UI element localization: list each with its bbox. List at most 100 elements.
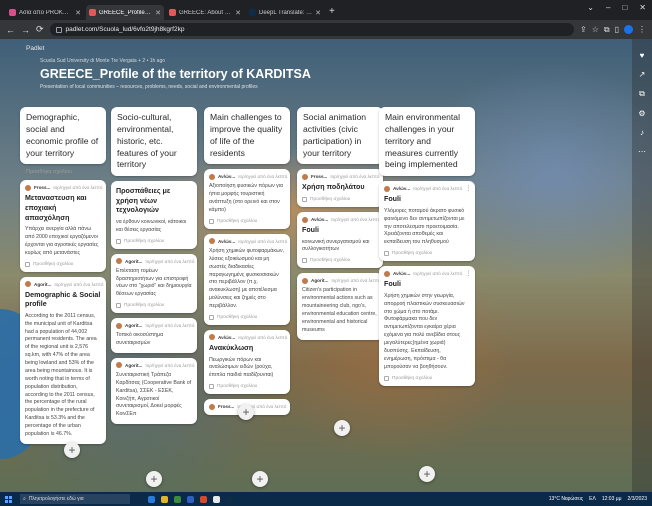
settings-icon[interactable]: ⚙ [638,109,645,118]
browser-tab[interactable]: DeepL Translate: The world's m ✕ [246,5,324,20]
close-window-button[interactable]: ✕ [639,3,646,12]
post-author: Αν/ών... [311,217,329,222]
post-meta: Agorit... Ιορ/ηγγεί από ένα λεπτό ⋮ [111,318,197,329]
extensions-icon[interactable]: ⧉ [604,25,610,35]
column-socio-cultural: Socio-cultural, environmental, historic,… [111,107,197,425]
weather-text[interactable]: 13°C Νεφώσεις [549,496,583,502]
add-post-button[interactable]: + [334,420,350,436]
post-card[interactable]: Agorit... Ιορ/ηγγεί από ένα λεπτό ⋮ Επέκ… [111,253,197,314]
post-card[interactable]: Αν/ών... Ιορ/ηγγεί από ένα λεπτό ⋮ Χρήση… [204,233,290,325]
post-menu-icon[interactable]: ⋮ [465,185,471,192]
add-post-link[interactable]: Προσθήκη σχολίου [26,169,100,175]
avatar [116,258,122,265]
post-menu-icon[interactable]: ⋮ [105,184,106,191]
post-author: Agorit... [125,258,143,264]
reload-icon[interactable]: ⟳ [36,24,44,35]
share-icon[interactable]: ↗ [639,70,646,79]
maximize-button[interactable]: □ [622,3,627,12]
post-card[interactable]: Αν/ών... Ιορ/ηγγεί από ένα λεπτό ⋮ Fouli… [297,212,383,269]
taskbar-search[interactable]: ⌕ Πληκτρολογήστε εδώ για [20,494,130,504]
browser-tab[interactable]: GREECE: About the community ✕ [166,5,244,20]
add-comment[interactable]: Προσθήκη σχολίου [297,254,383,268]
clock-time[interactable]: 12:03 μμ [602,496,622,502]
task-view-icon[interactable] [148,495,155,503]
address-bar[interactable]: padlet.com/Scuola_lud/6vfo2t9jh8kgrf2kp [49,23,574,36]
post-meta: Αν/ών... Ιορ/ηγγεί από ένα λεπτό ⋮ [204,169,290,180]
post-meta: Fross... Ιορ/ηγγεί από ένα λεπτό ⋮ [20,180,106,191]
add-post-button[interactable]: + [64,442,80,458]
comment-icon [25,261,30,267]
add-comment[interactable]: Προσθήκη σχολίου [204,380,290,394]
add-post-button[interactable]: + [238,404,254,420]
tab-search-icon[interactable]: ⌄ [587,3,594,12]
avatar [209,334,215,341]
back-arrow-icon[interactable]: ← [6,25,15,35]
post-author: Agorit... [125,323,143,329]
url-text: padlet.com/Scuola_lud/6vfo2t9jh8kgrf2kp [65,26,185,33]
post-card[interactable]: Agorit... Ιορ/ηγγεί από ένα λεπτό ⋮ Τοπι… [111,318,197,353]
windows-start-icon[interactable] [5,495,12,503]
profile-avatar[interactable] [624,25,633,34]
clock-date[interactable]: 2/3/2023 [628,496,647,502]
post-menu-icon[interactable]: ⋮ [289,403,290,410]
add-post-button[interactable]: + [252,471,268,487]
browser-tab[interactable]: Ασία από PROKERTI's Person ✕ [6,5,84,20]
new-tab-button[interactable]: + [329,6,335,17]
bookmark-star-icon[interactable]: ☆ [592,25,599,34]
post-time: Ιορ/ηγγεί από ένα λεπτό [53,185,103,191]
close-icon[interactable]: ✕ [75,9,81,17]
minimize-button[interactable]: – [606,3,610,12]
word-icon[interactable] [187,495,194,503]
excel-icon[interactable] [174,495,181,503]
add-comment[interactable]: Προσθήκη σχολίου [379,247,475,261]
deepl-icon[interactable] [226,495,233,503]
padlet-logo[interactable]: Padlet [26,45,44,52]
remake-icon[interactable]: ⧉ [639,89,645,99]
add-comment[interactable]: Προσθήκη σχολίου [297,193,383,207]
bell-icon[interactable]: ♪ [640,128,644,137]
post-card[interactable]: Agorit... Ιορ/ηγγεί από ένα λεπτό ⋮ Demo… [20,276,106,444]
chrome-icon[interactable] [213,495,220,503]
add-comment[interactable]: Προσθήκη σχολίου [379,372,475,386]
add-comment[interactable]: Προσθήκη σχολίου [111,235,197,249]
more-icon[interactable]: ⋯ [638,147,646,156]
close-icon[interactable]: ✕ [155,9,161,17]
powerpoint-icon[interactable] [200,495,207,503]
post-menu-icon[interactable]: ⋮ [465,270,471,277]
add-comment-label: Προσθήκη σχολίου [217,314,258,320]
post-card[interactable]: Fross... Ιορ/ηγγεί από ένα λεπτό ⋮ Μεταν… [20,180,106,272]
file-explorer-icon[interactable] [161,495,168,503]
add-post-button[interactable]: + [419,466,435,482]
board-author-line: Scuola Sud University di Monte Tre Verga… [40,58,166,64]
forward-arrow-icon[interactable]: → [21,25,30,35]
post-card[interactable]: Αν/ών... Ιορ/ηγγεί από ένα λεπτό ⋮ Fouli… [379,181,475,262]
post-body: Υλόμορες ποταμού άκρατο φυσικό φαινόμενο… [384,207,465,246]
menu-dots-icon[interactable]: ⋮ [638,25,646,34]
column-header: Main challenges to improve the quality o… [204,107,290,165]
close-icon[interactable]: ✕ [315,9,321,17]
share-page-icon[interactable]: ⇪ [580,25,587,34]
post-card[interactable]: Fross... Ιορ/ηγγεί από ένα λεπτό ⋮ Χρήση… [297,169,383,207]
post-card[interactable]: Αν/ών... Ιορ/ηγγεί από ένα λεπτό ⋮ Αξιοπ… [204,169,290,229]
language-indicator[interactable]: ΕΛ [589,496,596,502]
browser-tab-active[interactable]: GREECE_Profile of the territory of ✕ [86,5,164,20]
post-card[interactable]: Agorit... Ιορ/ηγγεί από ένα λεπτό ⋮ Citi… [297,273,383,340]
sidepanel-icon[interactable]: ▯ [615,25,619,34]
column-header: Social animation activities (civic parti… [297,107,383,165]
add-comment[interactable]: Προσθήκη σχολίου [204,215,290,229]
post-body: Χρήση χημικών φυτοφαρμάκων, λύσεις εξοικ… [209,247,285,310]
post-time: Ιορ/ηγγεί από ένα λεπτό [330,174,380,180]
post-card[interactable]: Agorit... Ιορ/ηγγεί από ένα λεπτό ⋮ Συνε… [111,357,197,425]
add-comment[interactable]: Προσθήκη σχολίου [111,299,197,313]
post-card[interactable]: Προσπάθειες με χρήση νέων τεχνολογιών να… [111,181,197,249]
post-time: Ιορ/ηγγεί από ένα λεπτό [145,362,195,368]
close-icon[interactable]: ✕ [235,9,241,17]
post-card[interactable]: Αν/ών... Ιορ/ηγγεί από ένα λεπτό ⋮ Ανακύ… [204,329,290,395]
add-comment[interactable]: Προσθήκη σχολίου [20,258,106,272]
heart-icon[interactable]: ♥ [640,51,645,60]
post-card[interactable]: Αν/ών... Ιορ/ηγγεί από ένα λεπτό ⋮ Fouli… [379,266,475,386]
add-comment[interactable]: Προσθήκη σχολίου [204,311,290,325]
avatar [209,403,215,410]
add-post-button[interactable]: + [146,471,162,487]
avatar [302,216,308,223]
